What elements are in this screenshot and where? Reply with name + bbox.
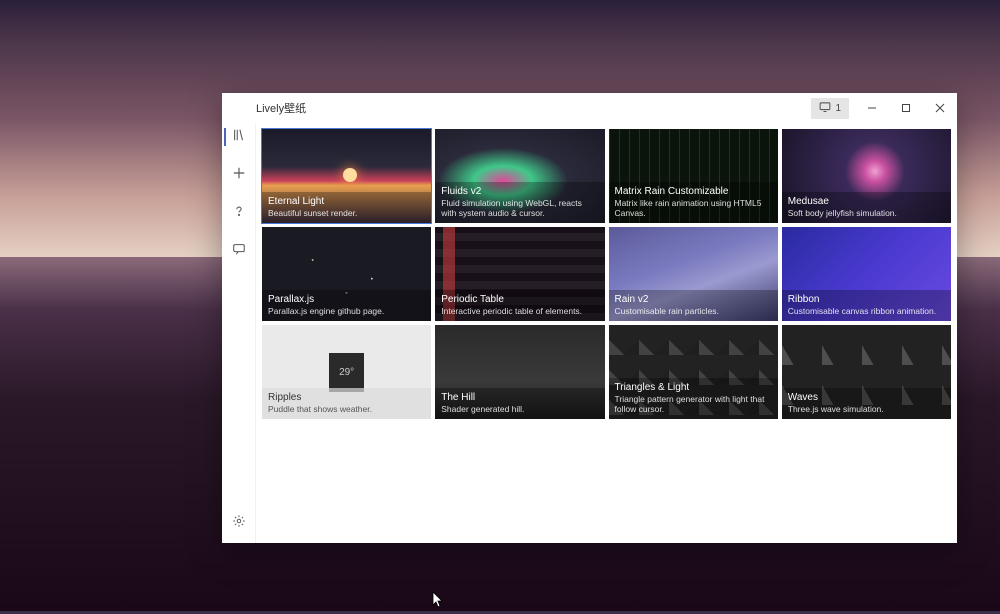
wallpaper-description: Beautiful sunset render.	[268, 208, 425, 218]
wallpaper-description: Matrix like rain animation using HTML5 C…	[615, 198, 772, 218]
app-title: Lively壁纸	[256, 100, 306, 116]
wallpaper-title: Fluids v2	[441, 186, 598, 198]
wallpaper-card-footer: Matrix Rain CustomizableMatrix like rain…	[609, 182, 778, 223]
wallpaper-description: Three.js wave simulation.	[788, 404, 945, 414]
wallpaper-card-fluids-v2[interactable]: Fluids v2Fluid simulation using WebGL, r…	[435, 129, 604, 223]
plus-icon	[232, 166, 246, 185]
wallpaper-description: Soft body jellyfish simulation.	[788, 208, 945, 218]
content-area: Eternal LightBeautiful sunset render.Flu…	[222, 123, 957, 543]
wallpaper-description: Puddle that shows weather.	[268, 404, 425, 414]
minimize-button[interactable]	[855, 93, 889, 123]
wallpaper-description: Triangle pattern generator with light th…	[615, 394, 772, 414]
wallpaper-card-parallax-js[interactable]: Parallax.jsParallax.js engine github pag…	[262, 227, 431, 321]
wallpaper-card-the-hill[interactable]: The HillShader generated hill.	[435, 325, 604, 419]
help-icon	[232, 204, 246, 223]
wallpaper-card-footer: Rain v2Customisable rain particles.	[609, 290, 778, 321]
gear-icon	[232, 514, 246, 533]
wallpaper-card-footer: RibbonCustomisable canvas ribbon animati…	[782, 290, 951, 321]
wallpaper-title: Rain v2	[615, 294, 772, 306]
titlebar-controls: 1	[811, 93, 957, 123]
wallpaper-description: Customisable rain particles.	[615, 306, 772, 316]
wallpaper-description: Interactive periodic table of elements.	[441, 306, 598, 316]
wallpaper-description: Parallax.js engine github page.	[268, 306, 425, 316]
wallpaper-title: Parallax.js	[268, 294, 425, 306]
monitor-selector[interactable]: 1	[811, 98, 849, 119]
sidebar-item-help[interactable]	[222, 201, 256, 225]
wallpaper-card-periodic-table[interactable]: Periodic TableInteractive periodic table…	[435, 227, 604, 321]
app-window: Lively壁纸 1	[222, 93, 957, 543]
wallpaper-card-footer: The HillShader generated hill.	[435, 388, 604, 419]
feedback-icon	[232, 242, 246, 261]
sidebar-item-library[interactable]	[222, 125, 256, 149]
wallpaper-card-matrix-rain[interactable]: Matrix Rain CustomizableMatrix like rain…	[609, 129, 778, 223]
wallpaper-title: Periodic Table	[441, 294, 598, 306]
library-icon	[232, 128, 246, 147]
wallpaper-title: Triangles & Light	[615, 382, 772, 394]
wallpaper-title: Matrix Rain Customizable	[615, 186, 772, 198]
wallpaper-card-eternal-light[interactable]: Eternal LightBeautiful sunset render.	[262, 129, 431, 223]
close-button[interactable]	[923, 93, 957, 123]
wallpaper-description: Customisable canvas ribbon animation.	[788, 306, 945, 316]
wallpaper-title: Waves	[788, 392, 945, 404]
sidebar-item-add[interactable]	[222, 163, 256, 187]
wallpaper-description: Fluid simulation using WebGL, reacts wit…	[441, 198, 598, 218]
wallpaper-grid: Eternal LightBeautiful sunset render.Flu…	[256, 123, 957, 543]
wallpaper-card-footer: WavesThree.js wave simulation.	[782, 388, 951, 419]
wallpaper-title: Eternal Light	[268, 196, 425, 208]
titlebar[interactable]: Lively壁纸 1	[222, 93, 957, 123]
wallpaper-description: Shader generated hill.	[441, 404, 598, 414]
wallpaper-card-footer: RipplesPuddle that shows weather.	[262, 388, 431, 419]
wallpaper-card-ripples[interactable]: RipplesPuddle that shows weather.	[262, 325, 431, 419]
sidebar-item-feedback[interactable]	[222, 239, 256, 263]
wallpaper-title: Medusae	[788, 196, 945, 208]
wallpaper-title: Ribbon	[788, 294, 945, 306]
monitor-badge-count: 1	[835, 103, 841, 114]
wallpaper-card-footer: Fluids v2Fluid simulation using WebGL, r…	[435, 182, 604, 223]
wallpaper-title: The Hill	[441, 392, 598, 404]
maximize-button[interactable]	[889, 93, 923, 123]
wallpaper-card-footer: Triangles & LightTriangle pattern genera…	[609, 378, 778, 419]
wallpaper-card-medusae[interactable]: MedusaeSoft body jellyfish simulation.	[782, 129, 951, 223]
wallpaper-card-ribbon[interactable]: RibbonCustomisable canvas ribbon animati…	[782, 227, 951, 321]
wallpaper-title: Ripples	[268, 392, 425, 404]
wallpaper-card-footer: Periodic TableInteractive periodic table…	[435, 290, 604, 321]
wallpaper-card-triangles-light[interactable]: Triangles & LightTriangle pattern genera…	[609, 325, 778, 419]
wallpaper-card-footer: MedusaeSoft body jellyfish simulation.	[782, 192, 951, 223]
monitor-icon	[819, 101, 831, 116]
sidebar-item-settings[interactable]	[222, 511, 256, 535]
wallpaper-card-footer: Parallax.jsParallax.js engine github pag…	[262, 290, 431, 321]
wallpaper-card-footer: Eternal LightBeautiful sunset render.	[262, 192, 431, 223]
sidebar	[222, 123, 256, 543]
wallpaper-card-waves[interactable]: WavesThree.js wave simulation.	[782, 325, 951, 419]
cursor-icon	[432, 591, 444, 609]
wallpaper-card-rain-v2[interactable]: Rain v2Customisable rain particles.	[609, 227, 778, 321]
